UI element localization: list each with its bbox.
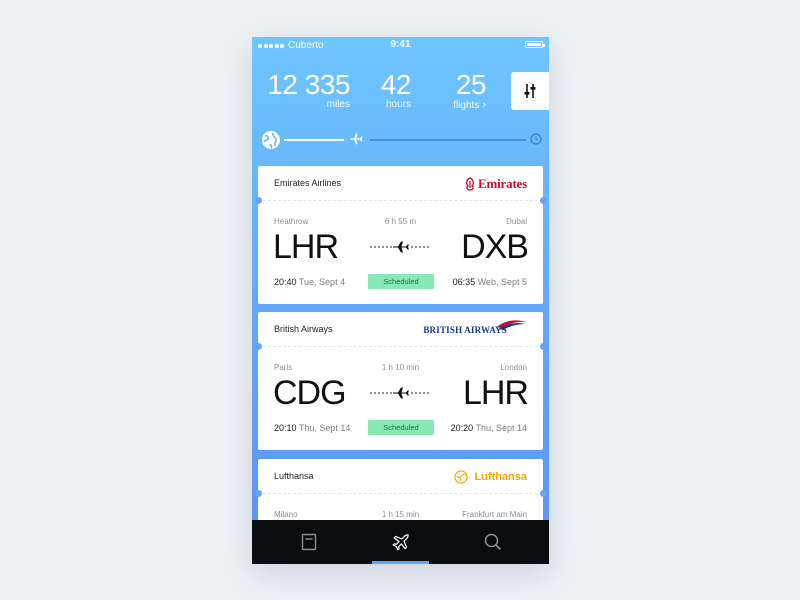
filter-button[interactable] bbox=[511, 72, 549, 110]
progress-completed-line bbox=[284, 139, 344, 141]
tab-search[interactable] bbox=[443, 520, 542, 564]
airline-logo: Emirates bbox=[464, 176, 527, 192]
card-header: Lufthansa Lufthansa bbox=[258, 459, 543, 493]
hours-label: hours bbox=[385, 99, 411, 110]
speedmarque-icon bbox=[497, 320, 527, 330]
tab-bar bbox=[252, 520, 549, 564]
airline-logo: Lufthansa bbox=[454, 469, 527, 485]
card-notch bbox=[539, 490, 547, 497]
miles-label: miles bbox=[326, 99, 350, 110]
departure-date: Tue, Sept 4 bbox=[298, 277, 346, 287]
card-divider bbox=[258, 200, 543, 201]
card-header: Emirates Airlines Emirates bbox=[258, 166, 543, 200]
airline-name: Lufthansa bbox=[274, 471, 314, 481]
airline-name: Emirates Airlines bbox=[274, 178, 342, 188]
destination-code: DXB bbox=[461, 228, 529, 266]
airplane-icon bbox=[392, 534, 409, 551]
flights-label: flights bbox=[453, 100, 480, 111]
route-airplane-icon bbox=[370, 241, 430, 253]
status-badge: Scheduled bbox=[368, 420, 434, 435]
arrival-date: Thu, Sept 14 bbox=[475, 423, 527, 433]
search-icon bbox=[484, 533, 501, 551]
globe-icon bbox=[262, 131, 280, 149]
airline-logo-text: BRITISH AIRWAYS bbox=[423, 325, 507, 335]
departure-date: Thu, Sept 14 bbox=[298, 423, 351, 433]
tab-flights[interactable] bbox=[351, 520, 450, 564]
card-divider bbox=[258, 493, 543, 494]
flight-duration: 6 h 55 m bbox=[384, 217, 417, 226]
arrival-time: 20:20 bbox=[450, 423, 474, 433]
airplane-icon bbox=[350, 133, 363, 145]
phone-screen: Cuberto 9:41 12 335 miles 42 hours 25 fl… bbox=[252, 37, 549, 564]
clock-icon bbox=[530, 133, 542, 145]
status-bar: Cuberto 9:41 bbox=[252, 37, 549, 53]
clock-time: 9:41 bbox=[390, 39, 411, 50]
chevron-right-icon: › bbox=[482, 99, 486, 111]
card-notch bbox=[254, 490, 262, 497]
stat-hours: 42 hours bbox=[377, 69, 412, 111]
stat-miles: 12 335 miles bbox=[266, 69, 350, 111]
departure: 20:40 Tue, Sept 4 bbox=[274, 277, 345, 287]
airline-logo-text: Lufthansa bbox=[474, 471, 527, 483]
arrival: 20:20 Thu, Sept 14 bbox=[451, 423, 527, 433]
flights-value: 25 bbox=[455, 69, 487, 100]
progress-remaining-line bbox=[370, 139, 526, 141]
destination-city: Dubai bbox=[506, 217, 527, 226]
card-notch bbox=[539, 197, 547, 204]
hours-value: 42 bbox=[380, 69, 412, 100]
destination-city: Frankfurt am Main bbox=[462, 510, 527, 519]
crane-icon bbox=[454, 470, 469, 484]
stat-flights[interactable]: 25 flights › bbox=[442, 69, 487, 112]
card-divider bbox=[258, 346, 543, 347]
card-header: British Airways BRITISH AIRWAYS bbox=[258, 312, 543, 346]
airline-logo: BRITISH AIRWAYS bbox=[423, 319, 527, 335]
flight-card[interactable]: Emirates Airlines Emirates Heathrow 6 h … bbox=[254, 166, 547, 304]
sliders-icon bbox=[524, 84, 536, 98]
status-badge: Scheduled bbox=[368, 274, 434, 289]
card-notch bbox=[254, 197, 262, 204]
airline-logo-text: Emirates bbox=[478, 176, 527, 191]
route-airplane-icon bbox=[370, 387, 430, 399]
book-icon bbox=[301, 533, 316, 551]
arrival-date: Web, Sept 5 bbox=[477, 277, 527, 287]
departure-time: 20:10 bbox=[274, 423, 297, 433]
destination-code: LHR bbox=[462, 374, 529, 412]
origin-code: LHR bbox=[273, 228, 339, 266]
origin-code: CDG bbox=[273, 374, 347, 412]
departure-time: 20:40 bbox=[274, 277, 297, 287]
departure: 20:10 Thu, Sept 14 bbox=[274, 423, 350, 433]
flight-card[interactable]: British Airways BRITISH AIRWAYS Paris 1 … bbox=[254, 312, 547, 450]
flights-label-row: flights › bbox=[442, 99, 486, 111]
miles-value: 12 335 bbox=[267, 69, 350, 100]
tab-book[interactable] bbox=[259, 520, 358, 564]
card-notch bbox=[539, 343, 547, 350]
arrival: 06:35 Web, Sept 5 bbox=[453, 277, 527, 287]
battery-icon bbox=[525, 41, 545, 48]
arrival-time: 06:35 bbox=[452, 277, 476, 287]
destination-city: London bbox=[500, 363, 527, 372]
card-notch bbox=[254, 343, 262, 350]
airline-name: British Airways bbox=[274, 324, 333, 334]
emirates-emblem-icon bbox=[466, 177, 474, 191]
